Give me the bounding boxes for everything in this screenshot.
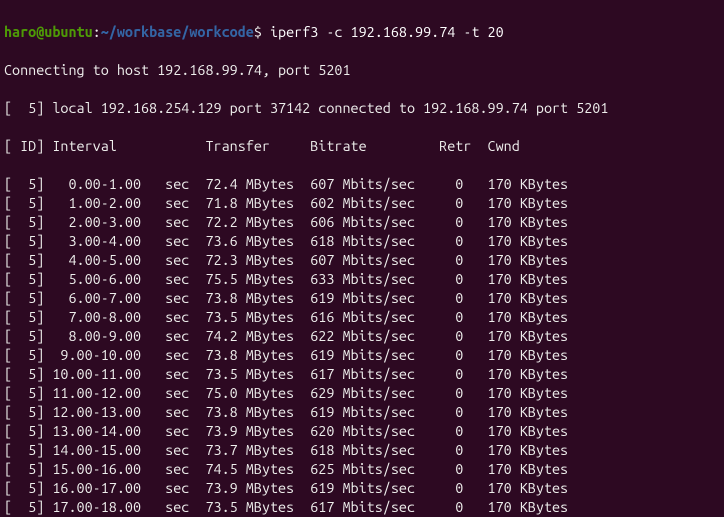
command-input[interactable]: iperf3 -c 192.168.99.74 -t 20	[270, 24, 504, 40]
interval-row: [ 5] 16.00-17.00 sec 73.9 MBytes 619 Mbi…	[4, 479, 720, 498]
interval-row: [ 5] 2.00-3.00 sec 72.2 MBytes 606 Mbits…	[4, 213, 720, 232]
prompt-user-host: haro@ubuntu	[4, 24, 93, 40]
connecting-line: Connecting to host 192.168.99.74, port 5…	[4, 61, 720, 80]
interval-row: [ 5] 11.00-12.00 sec 75.0 MBytes 629 Mbi…	[4, 384, 720, 403]
interval-row: [ 5] 3.00-4.00 sec 73.6 MBytes 618 Mbits…	[4, 232, 720, 251]
header-line: [ ID] Interval Transfer Bitrate Retr Cwn…	[4, 137, 720, 156]
interval-row: [ 5] 9.00-10.00 sec 73.8 MBytes 619 Mbit…	[4, 346, 720, 365]
prompt-colon: :	[93, 24, 101, 40]
interval-row: [ 5] 15.00-16.00 sec 74.5 MBytes 625 Mbi…	[4, 460, 720, 479]
interval-row: [ 5] 1.00-2.00 sec 71.8 MBytes 602 Mbits…	[4, 194, 720, 213]
interval-row: [ 5] 5.00-6.00 sec 75.5 MBytes 633 Mbits…	[4, 270, 720, 289]
local-line: [ 5] local 192.168.254.129 port 37142 co…	[4, 99, 720, 118]
interval-row: [ 5] 6.00-7.00 sec 73.8 MBytes 619 Mbits…	[4, 289, 720, 308]
prompt-symbol: $	[254, 24, 270, 40]
interval-row: [ 5] 0.00-1.00 sec 72.4 MBytes 607 Mbits…	[4, 175, 720, 194]
interval-row: [ 5] 13.00-14.00 sec 73.9 MBytes 620 Mbi…	[4, 422, 720, 441]
interval-row: [ 5] 8.00-9.00 sec 74.2 MBytes 622 Mbits…	[4, 327, 720, 346]
interval-row: [ 5] 7.00-8.00 sec 73.5 MBytes 616 Mbits…	[4, 308, 720, 327]
terminal-output: haro@ubuntu:~/workbase/workcode$ iperf3 …	[0, 0, 724, 517]
interval-row: [ 5] 10.00-11.00 sec 73.5 MBytes 617 Mbi…	[4, 365, 720, 384]
interval-row: [ 5] 4.00-5.00 sec 72.3 MBytes 607 Mbits…	[4, 251, 720, 270]
interval-row: [ 5] 12.00-13.00 sec 73.8 MBytes 619 Mbi…	[4, 403, 720, 422]
interval-row: [ 5] 14.00-15.00 sec 73.7 MBytes 618 Mbi…	[4, 441, 720, 460]
prompt-path: ~/workbase/workcode	[101, 24, 254, 40]
prompt-line[interactable]: haro@ubuntu:~/workbase/workcode$ iperf3 …	[4, 23, 720, 42]
interval-row: [ 5] 17.00-18.00 sec 73.5 MBytes 617 Mbi…	[4, 498, 720, 517]
